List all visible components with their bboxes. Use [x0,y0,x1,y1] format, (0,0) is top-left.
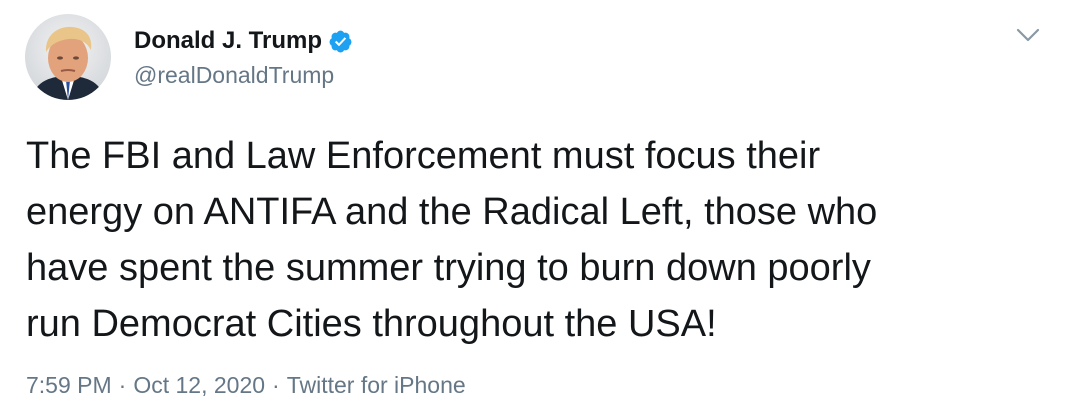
author-name-row[interactable]: Donald J. Trump [134,26,353,56]
verified-badge-icon [328,29,353,54]
more-options-chevron-down-icon[interactable] [1014,26,1042,46]
avatar-image [25,14,111,100]
author-handle[interactable]: @realDonaldTrump [134,60,334,90]
separator-dot: · [272,372,280,398]
tweet-card: Donald J. Trump @realDonaldTrump The FBI… [0,0,1080,413]
tweet-source-link[interactable]: Twitter for iPhone [287,372,466,398]
author-display-name[interactable]: Donald J. Trump [134,26,322,56]
tweet-time-link[interactable]: 7:59 PM · Oct 12, 2020 [26,372,265,398]
tweet-text: The FBI and Law Enforcement must focus t… [26,135,878,345]
tweet-metadata: 7:59 PM · Oct 12, 2020 · Twitter for iPhone [26,369,466,401]
author-avatar[interactable] [25,14,111,100]
tweet-time: 7:59 PM [26,372,112,398]
separator-dot: · [118,372,127,398]
tweet-date: Oct 12, 2020 [133,372,266,398]
